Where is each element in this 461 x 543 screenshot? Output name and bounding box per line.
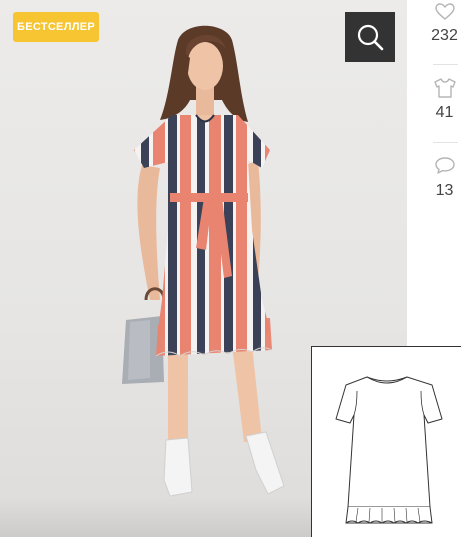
tshirt-icon [433,78,456,98]
comments-count: 13 [435,182,454,199]
bestseller-badge: БЕСТСЕЛЛЕР [13,12,99,42]
magnifier-icon [357,24,384,51]
likes-count: 232 [431,27,458,44]
likes-stat[interactable]: 232 [428,3,461,45]
technical-sketch[interactable] [311,346,461,537]
speech-bubble-icon [434,157,455,174]
stats-divider [433,64,458,65]
stats-divider [433,142,458,143]
dress-sketch-drawing [335,376,443,524]
zoom-search-button[interactable] [345,12,395,62]
stats-panel: 232 41 13 [428,0,461,210]
sewn-stat[interactable]: 41 [428,78,461,122]
heart-icon [434,3,455,20]
sewn-count: 41 [435,104,454,121]
bestseller-badge-label: БЕСТСЕЛЛЕР [16,21,96,33]
comments-stat[interactable]: 13 [428,156,461,200]
